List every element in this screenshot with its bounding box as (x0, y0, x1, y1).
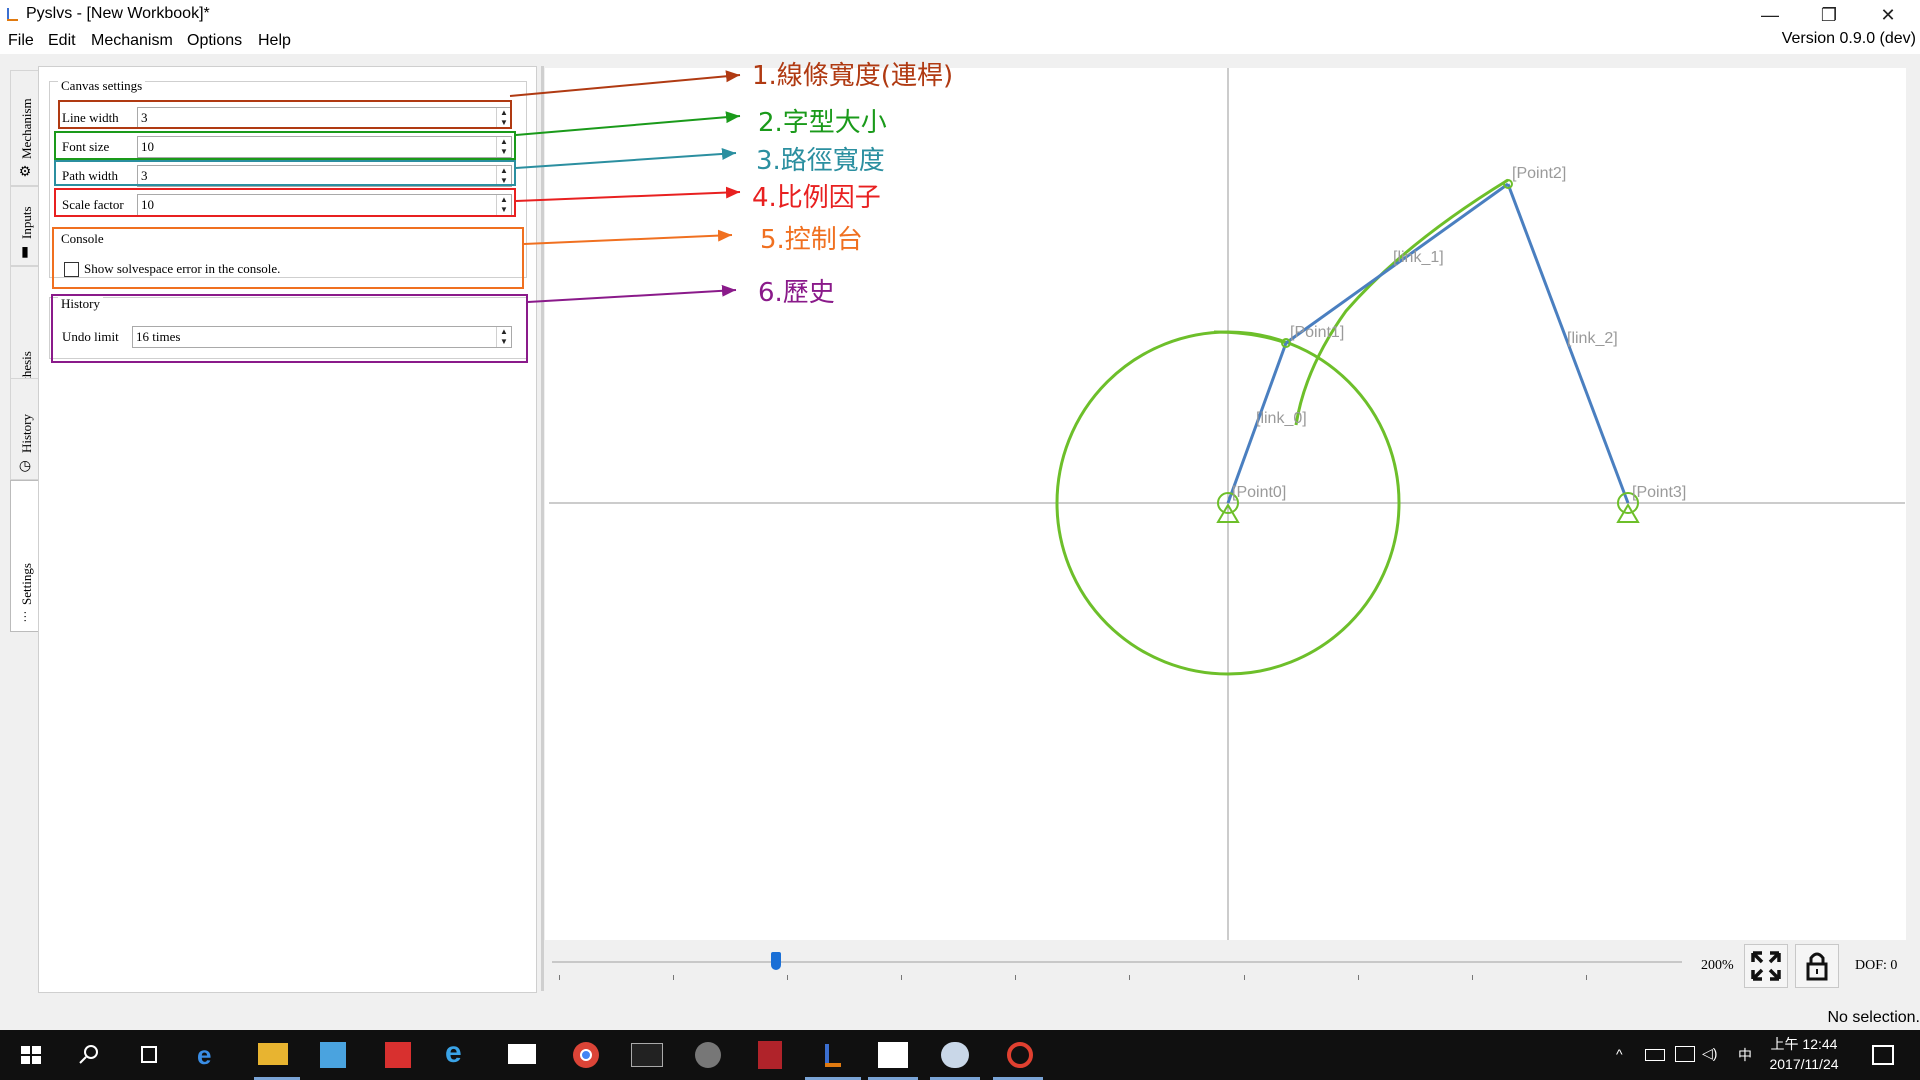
network-icon[interactable] (1675, 1046, 1695, 1062)
windows-taskbar: e e ^ ◁) 中 上午 12:44 2017/11/24 (0, 1030, 1920, 1080)
recorder-app-icon[interactable] (1003, 1038, 1037, 1072)
paint-icon[interactable] (941, 1042, 969, 1068)
task-view-icon[interactable] (132, 1038, 166, 1072)
battery-icon[interactable] (1645, 1049, 1665, 1061)
gift-app-icon[interactable] (385, 1042, 411, 1068)
volume-icon[interactable]: ◁) (1702, 1045, 1717, 1062)
lock-icon (1806, 952, 1828, 981)
tray-chevron-icon[interactable]: ^ (1616, 1046, 1623, 1062)
callout-path-width: 3.路徑寬度 (756, 146, 885, 176)
lock-button[interactable] (1795, 944, 1839, 988)
callout-scale-factor: 4.比例因子 (752, 183, 881, 213)
pyslvs-taskbar-icon[interactable] (815, 1038, 849, 1072)
search-icon[interactable] (72, 1038, 106, 1072)
terminal-icon[interactable] (631, 1043, 663, 1067)
callout-history: 6.歷史 (758, 278, 835, 308)
photos-icon[interactable] (878, 1042, 908, 1068)
sphere-app-icon[interactable] (691, 1038, 725, 1072)
mail-icon[interactable] (508, 1044, 536, 1064)
expand-icon (1751, 951, 1781, 981)
path-slider-track[interactable] (552, 961, 1682, 963)
dof-label: DOF: 0 (1855, 958, 1898, 973)
notification-center-icon[interactable] (1872, 1045, 1894, 1065)
file-explorer-icon[interactable] (258, 1043, 288, 1065)
status-bar-text: No selection. (1827, 1009, 1920, 1026)
zoom-to-fit-button[interactable] (1744, 944, 1788, 988)
callout-console: 5.控制台 (760, 225, 863, 255)
store-icon[interactable] (320, 1042, 346, 1068)
ninja-app-icon[interactable] (758, 1041, 782, 1069)
windows-start-icon[interactable] (14, 1038, 48, 1072)
callout-font-size: 2.字型大小 (758, 108, 887, 138)
zoom-label: 200% (1701, 958, 1734, 973)
input-language[interactable]: 中 (1738, 1045, 1752, 1065)
annotation-arrows (509, 70, 741, 303)
clock-time[interactable]: 上午 12:44 (1769, 1034, 1839, 1054)
edge-browser-icon[interactable]: e (197, 1040, 211, 1071)
clock-date[interactable]: 2017/11/24 (1764, 1056, 1844, 1072)
internet-explorer-icon[interactable]: e (445, 1036, 462, 1070)
chrome-icon[interactable] (569, 1038, 603, 1072)
callout-line-width: 1.線條寬度(連桿) (752, 61, 954, 91)
path-slider-handle[interactable] (771, 952, 781, 970)
